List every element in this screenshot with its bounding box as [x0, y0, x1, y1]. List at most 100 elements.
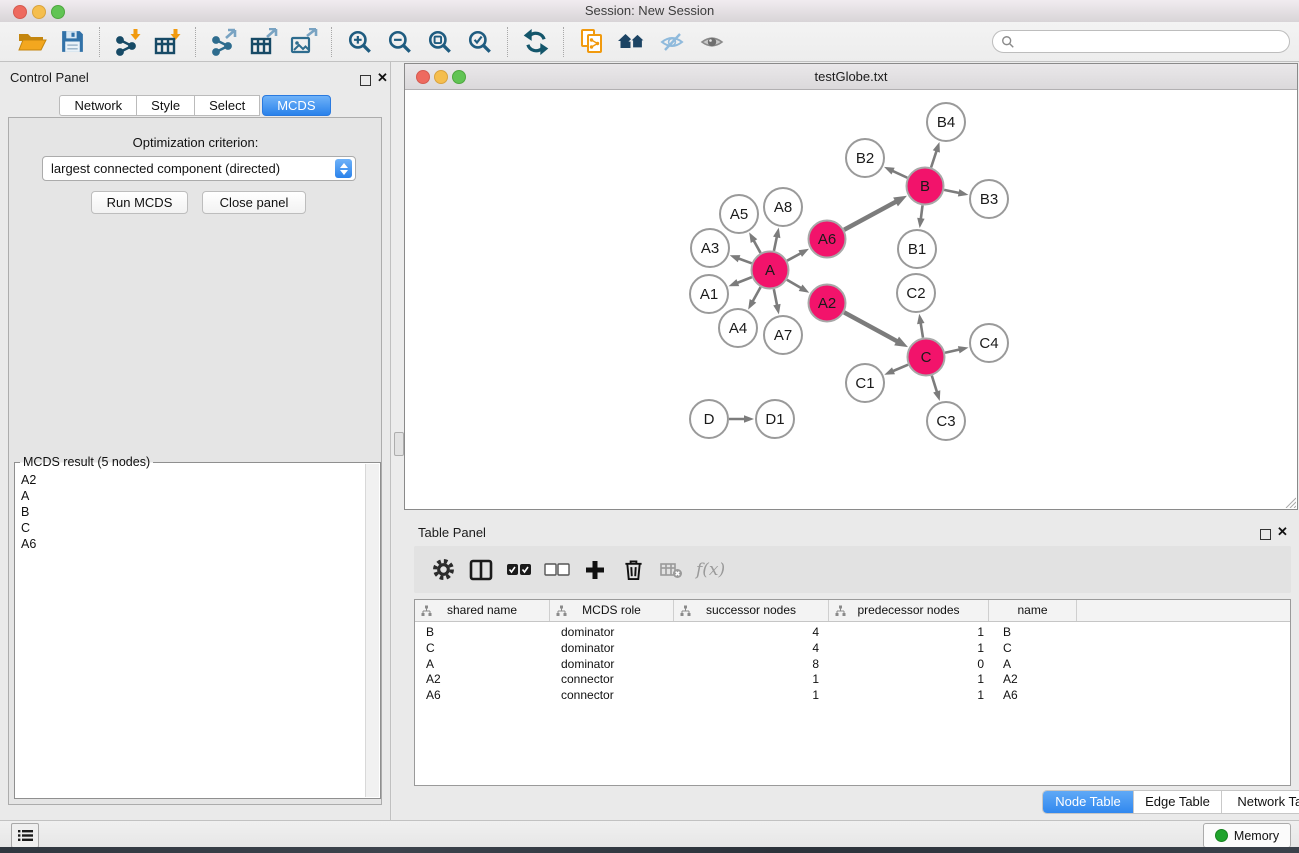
node-A3[interactable]: A3 [691, 229, 729, 267]
table-row[interactable]: Adominator80A [415, 656, 1290, 672]
result-item-C[interactable]: C [17, 520, 365, 536]
column-header-shared-name[interactable]: shared name [415, 600, 550, 621]
column-header-successor-nodes[interactable]: successor nodes [674, 600, 829, 621]
node-A6[interactable]: A6 [809, 221, 846, 258]
float-panel-icon[interactable] [360, 73, 371, 91]
hide-selected-icon[interactable] [652, 25, 692, 59]
edge-C-C4[interactable] [945, 349, 961, 352]
edge-A-A4[interactable] [752, 287, 761, 303]
result-item-A6[interactable]: A6 [17, 536, 365, 552]
zoom-window-icon[interactable] [51, 5, 65, 19]
select-all-icon[interactable] [500, 551, 538, 589]
zoom-out-icon[interactable] [380, 25, 420, 59]
node-C3[interactable]: C3 [927, 402, 965, 440]
edge-A-A8[interactable] [774, 235, 777, 251]
node-C[interactable]: C [908, 339, 945, 376]
minimize-view-icon[interactable] [434, 70, 448, 84]
edge-C-C3[interactable] [932, 376, 938, 394]
zoom-selected-icon[interactable] [460, 25, 500, 59]
tab-network[interactable]: Network [59, 95, 137, 116]
edge-A-A1[interactable] [736, 277, 752, 283]
export-network-icon[interactable] [204, 25, 244, 59]
node-C1[interactable]: C1 [846, 364, 884, 402]
table-row[interactable]: A2connector11A2 [415, 671, 1290, 687]
task-history-button[interactable] [11, 823, 39, 848]
open-file-icon[interactable] [12, 25, 52, 59]
import-network-icon[interactable] [108, 25, 148, 59]
node-A4[interactable]: A4 [719, 309, 757, 347]
minimize-window-icon[interactable] [32, 5, 46, 19]
result-scrollbar[interactable] [365, 464, 379, 797]
close-panel-icon[interactable]: ✕ [377, 72, 388, 84]
edge-A-A5[interactable] [753, 239, 761, 253]
save-session-icon[interactable] [52, 25, 92, 59]
import-table-icon[interactable] [148, 25, 188, 59]
edge-B-B3[interactable] [944, 190, 960, 193]
node-B2[interactable]: B2 [846, 139, 884, 177]
node-A8[interactable]: A8 [764, 188, 802, 226]
edge-A6-B[interactable] [844, 201, 897, 230]
deselect-all-icon[interactable] [538, 551, 576, 589]
float-table-panel-icon[interactable] [1260, 527, 1271, 545]
delete-icon[interactable] [614, 551, 652, 589]
close-table-panel-icon[interactable]: ✕ [1277, 526, 1288, 538]
show-all-icon[interactable] [692, 25, 732, 59]
add-icon[interactable] [576, 551, 614, 589]
node-A[interactable]: A [752, 252, 789, 289]
node-A2[interactable]: A2 [809, 285, 846, 322]
node-B3[interactable]: B3 [970, 180, 1008, 218]
edge-A2-C[interactable] [844, 312, 898, 342]
gear-icon[interactable] [424, 551, 462, 589]
memory-button[interactable]: Memory [1203, 823, 1291, 848]
tab-style[interactable]: Style [136, 95, 195, 116]
vertical-split-handle[interactable] [394, 432, 404, 456]
node-C2[interactable]: C2 [897, 274, 935, 312]
column-header-name[interactable]: name [989, 600, 1077, 621]
edge-B-B4[interactable] [931, 150, 937, 168]
refresh-icon[interactable] [516, 25, 556, 59]
criterion-select[interactable]: largest connected component (directed) [42, 156, 356, 181]
node-B4[interactable]: B4 [927, 103, 965, 141]
node-A5[interactable]: A5 [720, 195, 758, 233]
node-table[interactable]: shared nameMCDS rolesuccessor nodesprede… [414, 599, 1291, 786]
edge-A-A3[interactable] [737, 258, 751, 263]
column-header-predecessor-nodes[interactable]: predecessor nodes [829, 600, 989, 621]
tab-network-table[interactable]: Network Table [1222, 791, 1299, 813]
edge-A-A6[interactable] [787, 253, 802, 261]
node-A7[interactable]: A7 [764, 316, 802, 354]
tab-node-table[interactable]: Node Table [1043, 791, 1134, 813]
tab-edge-table[interactable]: Edge Table [1134, 791, 1222, 813]
close-window-icon[interactable] [13, 5, 27, 19]
export-image-icon[interactable] [284, 25, 324, 59]
network-canvas[interactable]: B4B2BB3A8A5A6B1A3AC2A1A2A4A7C4CC1DD1C3 [405, 90, 1297, 509]
table-row[interactable]: Cdominator41C [415, 640, 1290, 656]
home-icon[interactable] [612, 25, 652, 59]
function-builder-icon[interactable]: f(x) [696, 560, 725, 580]
tab-select[interactable]: Select [194, 95, 260, 116]
close-view-icon[interactable] [416, 70, 430, 84]
close-panel-button[interactable]: Close panel [202, 191, 306, 214]
search-input[interactable] [1015, 32, 1289, 52]
column-icon[interactable] [462, 551, 500, 589]
zoom-fit-icon[interactable] [420, 25, 460, 59]
result-item-A[interactable]: A [17, 488, 365, 504]
edge-B-B1[interactable] [921, 205, 923, 220]
search-box[interactable] [992, 30, 1290, 53]
tab-mcds[interactable]: MCDS [262, 95, 330, 116]
delete-table-icon[interactable] [652, 551, 690, 589]
maximize-view-icon[interactable] [452, 70, 466, 84]
edge-B-B2[interactable] [891, 170, 907, 177]
node-D1[interactable]: D1 [756, 400, 794, 438]
new-network-from-selection-icon[interactable] [572, 25, 612, 59]
node-B1[interactable]: B1 [898, 230, 936, 268]
network-window-titlebar[interactable]: testGlobe.txt [405, 64, 1297, 90]
zoom-in-icon[interactable] [340, 25, 380, 59]
node-D[interactable]: D [690, 400, 728, 438]
table-row[interactable]: Bdominator41B [415, 624, 1290, 640]
node-C4[interactable]: C4 [970, 324, 1008, 362]
resize-grip-icon[interactable] [1283, 495, 1296, 508]
result-item-B[interactable]: B [17, 504, 365, 520]
edge-C-C2[interactable] [920, 322, 923, 338]
export-table-icon[interactable] [244, 25, 284, 59]
table-row[interactable]: A6connector11A6 [415, 687, 1290, 703]
